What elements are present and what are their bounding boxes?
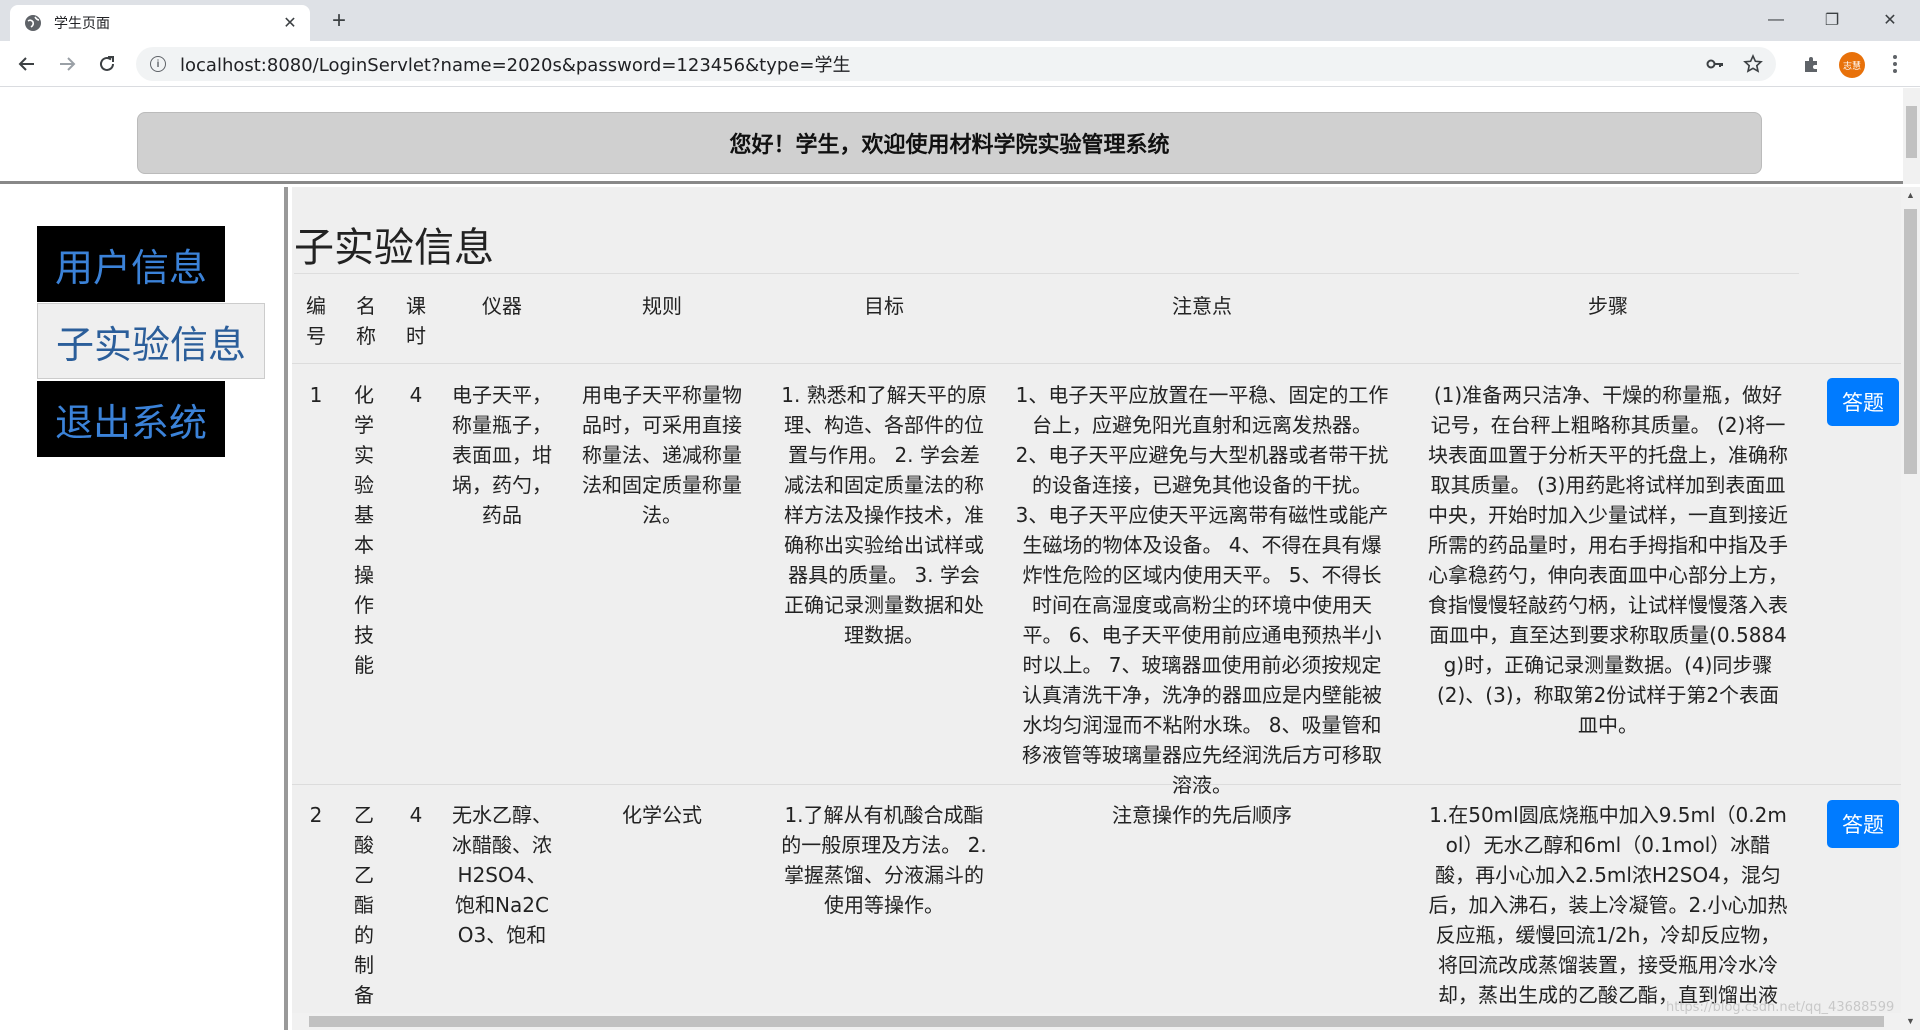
cell-rules: 化学公式: [622, 803, 702, 827]
globe-icon: [25, 15, 41, 31]
minimize-button[interactable]: —: [1748, 0, 1804, 40]
cell-steps: 1.在50ml圆底烧瓶中加入9.5ml（0.2mol）无水乙醇和6ml（0.1m…: [1428, 803, 1788, 1007]
scrollbar-thumb[interactable]: [1904, 209, 1917, 474]
col-header-goals: 目标: [864, 294, 904, 318]
address-bar[interactable]: i localhost:8080/LoginServlet?name=2020s…: [136, 47, 1776, 81]
row-divider: [292, 784, 1901, 785]
col-header-id: 编号: [306, 294, 326, 348]
cell-id: 2: [309, 803, 323, 827]
close-window-button[interactable]: ✕: [1862, 0, 1918, 40]
cell-rules: 用电子天平称量物品时，可采用直接称量法、递减称量法和固定质量称量法。: [582, 383, 742, 527]
answer-button[interactable]: 答题: [1827, 800, 1899, 848]
scroll-down-arrow-icon[interactable]: ▼: [1901, 1013, 1920, 1030]
browser-tab[interactable]: 学生页面 ✕: [10, 5, 310, 41]
top-frame-scrollbar[interactable]: [1903, 88, 1920, 184]
arrow-right-icon: [60, 57, 76, 71]
bookmark-star-icon[interactable]: [1738, 49, 1768, 79]
cell-instruments: 电子天平，称量瓶子，表面皿，坩埚，药勺，药品: [452, 383, 552, 527]
nav-logout[interactable]: 退出系统: [37, 381, 226, 457]
cell-hours: 4: [409, 383, 423, 407]
col-header-name: 名称: [356, 294, 376, 348]
cell-name: 乙酸乙酯的制备: [354, 803, 374, 1007]
scrollbar-thumb[interactable]: [309, 1016, 1884, 1027]
col-header-steps: 步骤: [1588, 294, 1628, 318]
nav-sub-experiments[interactable]: 子实验信息: [37, 303, 266, 379]
tab-title: 学生页面: [54, 16, 110, 32]
watermark-text: https://blog.csdn.net/qq_43688599: [1666, 1000, 1895, 1015]
cell-notes: 注意操作的先后顺序: [1112, 803, 1292, 827]
top-frame: 您好！学生，欢迎使用材料学院实验管理系统: [0, 88, 1920, 184]
browser-toolbar: i localhost:8080/LoginServlet?name=2020s…: [0, 41, 1920, 87]
back-button[interactable]: [12, 49, 42, 79]
cell-id: 1: [309, 383, 323, 407]
browser-tab-strip: 学生页面 ✕ + — ❐ ✕: [0, 0, 1920, 41]
left-nav-frame: 用户信息 子实验信息 退出系统: [0, 187, 288, 1030]
page-title: 子实验信息: [294, 225, 494, 271]
reload-button[interactable]: [92, 49, 122, 79]
scroll-up-arrow-icon[interactable]: ▲: [1901, 187, 1920, 204]
header-divider: [292, 363, 1901, 364]
url-text[interactable]: localhost:8080/LoginServlet?name=2020s&p…: [180, 51, 1700, 77]
info-icon[interactable]: i: [150, 56, 166, 72]
cell-goals: 1. 熟悉和了解天平的原理、构造、各部件的位置与作用。 2. 学会差减法和固定质…: [781, 383, 987, 647]
main-vertical-scrollbar[interactable]: ▲ ▼: [1901, 187, 1920, 1030]
main-horizontal-scrollbar[interactable]: [292, 1013, 1901, 1030]
answer-button[interactable]: 答题: [1827, 378, 1899, 426]
main-content-frame: 子实验信息 编号 名称 课时 仪器 规则 目标 注意点 步骤 1 化学实验基本操…: [292, 187, 1901, 1013]
col-header-rules: 规则: [642, 294, 682, 318]
col-header-instruments: 仪器: [482, 294, 522, 318]
scrollbar-thumb[interactable]: [1906, 106, 1917, 158]
welcome-banner: 您好！学生，欢迎使用材料学院实验管理系统: [137, 112, 1762, 174]
arrow-left-icon: [18, 57, 34, 71]
tab-close-icon[interactable]: ✕: [280, 13, 300, 33]
cell-goals: 1.了解从有机酸合成酯的一般原理及方法。 2.掌握蒸馏、分液漏斗的使用等操作。: [781, 803, 987, 917]
cell-hours: 4: [409, 803, 423, 827]
reload-icon: [100, 56, 114, 71]
cell-notes: 1、电子天平应放置在一平稳、固定的工作台上，应避免阳光直射和远离发热器。 2、电…: [1015, 383, 1389, 797]
title-divider: [294, 273, 1799, 274]
new-tab-button[interactable]: +: [325, 8, 353, 36]
col-header-notes: 注意点: [1172, 294, 1232, 318]
col-header-hours: 课时: [406, 294, 426, 348]
cell-name: 化学实验基本操作技能: [354, 383, 374, 677]
cell-instruments: 无水乙醇、冰醋酸、浓H2SO4、饱和Na2CO3、饱和: [452, 803, 552, 947]
browser-menu-icon[interactable]: [1885, 49, 1905, 79]
extensions-puzzle-icon[interactable]: [1797, 49, 1827, 79]
cell-steps: (1)准备两只洁净、干燥的称量瓶，做好记号，在台秤上粗略称其质量。 (2)将一块…: [1428, 383, 1788, 737]
forward-button[interactable]: [52, 49, 82, 79]
profile-avatar[interactable]: 志慧: [1839, 52, 1865, 78]
restore-button[interactable]: ❐: [1804, 0, 1860, 40]
key-icon[interactable]: [1700, 49, 1730, 79]
nav-user-info[interactable]: 用户信息: [37, 226, 226, 302]
